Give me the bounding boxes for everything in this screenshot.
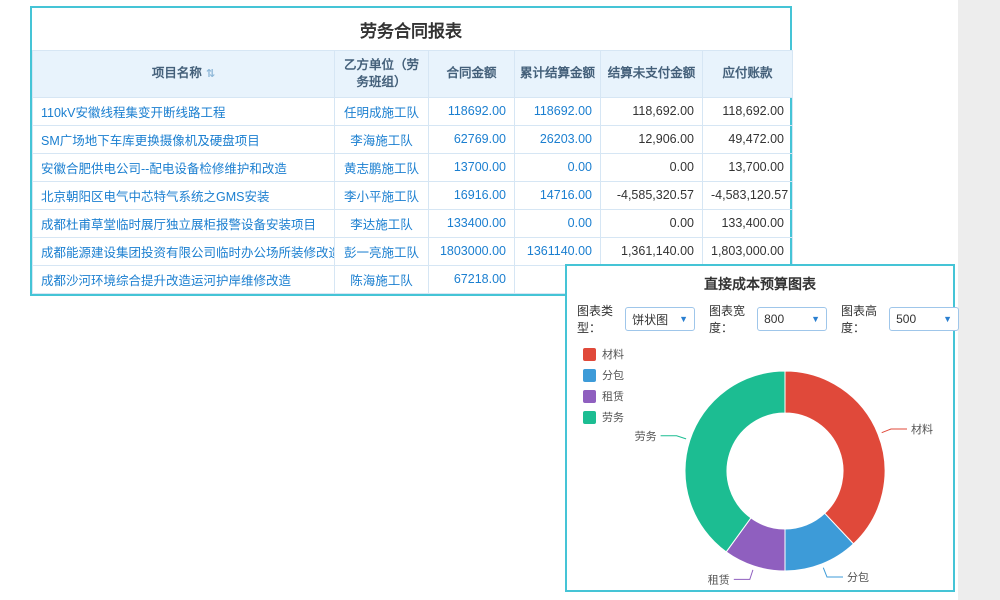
page-gutter <box>958 0 1000 600</box>
legend-swatch-icon <box>583 369 596 382</box>
chevron-down-icon: ▼ <box>943 314 952 324</box>
chart-type-select[interactable]: 饼状图 ▼ <box>625 307 695 331</box>
cell-payable: -4,583,120.57 <box>703 181 793 209</box>
cell-settled: 0.00 <box>515 153 601 181</box>
cell-unpaid: 0.00 <box>601 153 703 181</box>
chart-type-control: 图表类型： 饼状图 ▼ <box>577 302 695 336</box>
cell-unit[interactable]: 任明成施工队 <box>335 97 429 125</box>
cell-contract: 62769.00 <box>429 125 515 153</box>
cell-project[interactable]: 成都能源建设集团投资有限公司临时办公场所装修改造工程EPC <box>33 237 335 265</box>
cell-contract: 16916.00 <box>429 181 515 209</box>
cell-unit[interactable]: 李海施工队 <box>335 125 429 153</box>
cell-unit[interactable]: 彭一亮施工队 <box>335 237 429 265</box>
cell-unit[interactable]: 陈海施工队 <box>335 265 429 293</box>
cell-unpaid: -4,585,320.57 <box>601 181 703 209</box>
column-header-project[interactable]: 项目名称⇅ <box>33 51 335 98</box>
cell-project[interactable]: 110kV安徽线程集变开断线路工程 <box>33 97 335 125</box>
slice-label: 劳务 <box>635 430 657 443</box>
chart-width-select[interactable]: 800 ▼ <box>757 307 827 331</box>
slice-label: 租赁 <box>708 572 730 586</box>
cell-unit[interactable]: 李达施工队 <box>335 209 429 237</box>
pie-slice-0[interactable] <box>785 371 885 544</box>
legend-swatch-icon <box>583 390 596 403</box>
column-header-settled: 累计结算金额 <box>515 51 601 98</box>
legend-item-3[interactable]: 劳务 <box>583 409 624 425</box>
chart-height-label: 图表高度： <box>841 302 885 336</box>
report-title: 劳务合同报表 <box>32 8 790 50</box>
chart-height-select[interactable]: 500 ▼ <box>889 307 959 331</box>
legend-label: 材料 <box>602 346 624 362</box>
column-header-unit: 乙方单位（劳务班组） <box>335 51 429 98</box>
cell-contract: 67218.00 <box>429 265 515 293</box>
chart-height-control: 图表高度： 500 ▼ <box>841 302 959 336</box>
cell-settled: 1361140.00 <box>515 237 601 265</box>
cell-contract: 13700.00 <box>429 153 515 181</box>
cell-project[interactable]: SM广场地下车库更换摄像机及硬盘项目 <box>33 125 335 153</box>
cell-payable: 133,400.00 <box>703 209 793 237</box>
legend-swatch-icon <box>583 348 596 361</box>
label-leader-line <box>823 568 843 577</box>
sort-icon[interactable]: ⇅ <box>206 68 215 80</box>
chart-width-label: 图表宽度： <box>709 302 753 336</box>
legend-label: 租赁 <box>602 388 624 404</box>
column-header-unpaid: 结算未支付金额 <box>601 51 703 98</box>
pie-slice-3[interactable] <box>685 371 785 552</box>
direct-cost-chart-panel: 直接成本预算图表 图表类型： 饼状图 ▼ 图表宽度： 800 ▼ 图表高度： 5… <box>565 264 955 592</box>
cell-unpaid: 1,361,140.00 <box>601 237 703 265</box>
table-row: 北京朝阳区电气中芯特气系统之GMS安装李小平施工队16916.0014716.0… <box>33 181 793 209</box>
chevron-down-icon: ▼ <box>679 314 688 324</box>
cell-payable: 1,803,000.00 <box>703 237 793 265</box>
cell-payable: 49,472.00 <box>703 125 793 153</box>
table-header-row: 项目名称⇅ 乙方单位（劳务班组） 合同金额 累计结算金额 结算未支付金额 应付账… <box>33 51 793 98</box>
legend-item-0[interactable]: 材料 <box>583 346 624 362</box>
cell-unit[interactable]: 黄志鹏施工队 <box>335 153 429 181</box>
cell-project[interactable]: 成都杜甫草堂临时展厅独立展柜报警设备安装项目 <box>33 209 335 237</box>
chart-legend: 材料分包租赁劳务 <box>583 346 624 430</box>
legend-item-1[interactable]: 分包 <box>583 367 624 383</box>
cell-contract: 118692.00 <box>429 97 515 125</box>
cell-payable: 118,692.00 <box>703 97 793 125</box>
table-row: 安徽合肥供电公司--配电设备检修维护和改造黄志鹏施工队13700.000.000… <box>33 153 793 181</box>
cell-settled: 0.00 <box>515 209 601 237</box>
chart-area: 材料分包租赁劳务 材料分包租赁劳务 <box>567 342 953 600</box>
legend-item-2[interactable]: 租赁 <box>583 388 624 404</box>
chart-width-control: 图表宽度： 800 ▼ <box>709 302 827 336</box>
chart-title: 直接成本预算图表 <box>567 266 953 300</box>
column-header-payable: 应付账款 <box>703 51 793 98</box>
cell-unit[interactable]: 李小平施工队 <box>335 181 429 209</box>
report-table: 项目名称⇅ 乙方单位（劳务班组） 合同金额 累计结算金额 结算未支付金额 应付账… <box>32 50 793 294</box>
slice-label: 材料 <box>911 422 933 436</box>
cell-unpaid: 118,692.00 <box>601 97 703 125</box>
cell-settled: 14716.00 <box>515 181 601 209</box>
column-header-contract: 合同金额 <box>429 51 515 98</box>
cell-project[interactable]: 北京朝阳区电气中芯特气系统之GMS安装 <box>33 181 335 209</box>
table-row: SM广场地下车库更换摄像机及硬盘项目李海施工队62769.0026203.001… <box>33 125 793 153</box>
cell-project[interactable]: 成都沙河环境综合提升改造运河护岸维修改造 <box>33 265 335 293</box>
cell-settled: 118692.00 <box>515 97 601 125</box>
donut-chart: 材料分包租赁劳务 <box>567 342 953 600</box>
table-row: 110kV安徽线程集变开断线路工程任明成施工队118692.00118692.0… <box>33 97 793 125</box>
label-leader-line <box>882 429 907 433</box>
chevron-down-icon: ▼ <box>811 314 820 324</box>
label-leader-line <box>734 570 753 580</box>
table-row: 成都能源建设集团投资有限公司临时办公场所装修改造工程EPC彭一亮施工队18030… <box>33 237 793 265</box>
cell-contract: 133400.00 <box>429 209 515 237</box>
legend-label: 劳务 <box>602 409 624 425</box>
cell-payable: 13,700.00 <box>703 153 793 181</box>
cell-unpaid: 12,906.00 <box>601 125 703 153</box>
label-leader-line <box>661 436 687 439</box>
legend-label: 分包 <box>602 367 624 383</box>
cell-unpaid: 0.00 <box>601 209 703 237</box>
table-row: 成都杜甫草堂临时展厅独立展柜报警设备安装项目李达施工队133400.000.00… <box>33 209 793 237</box>
labor-contract-report-panel: 劳务合同报表 项目名称⇅ 乙方单位（劳务班组） 合同金额 累计结算金额 结算未支… <box>30 6 792 296</box>
cell-contract: 1803000.00 <box>429 237 515 265</box>
cell-project[interactable]: 安徽合肥供电公司--配电设备检修维护和改造 <box>33 153 335 181</box>
slice-label: 分包 <box>847 571 869 584</box>
chart-type-label: 图表类型： <box>577 302 621 336</box>
legend-swatch-icon <box>583 411 596 424</box>
chart-controls: 图表类型： 饼状图 ▼ 图表宽度： 800 ▼ 图表高度： 500 ▼ <box>567 300 953 342</box>
cell-settled: 26203.00 <box>515 125 601 153</box>
